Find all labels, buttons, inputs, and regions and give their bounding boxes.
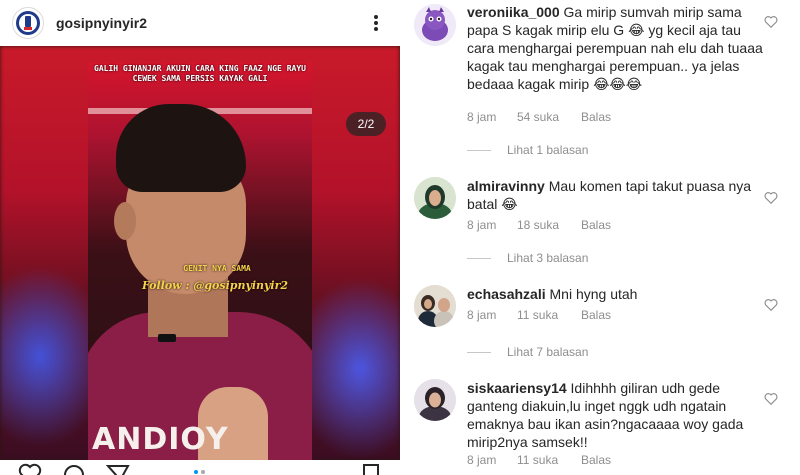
video-caption-mid: GENIT NYA SAMA: [183, 264, 251, 273]
person-hair: [116, 104, 246, 192]
comment-like-heart-icon[interactable]: [764, 298, 778, 312]
comment-time: 8 jam: [467, 308, 497, 322]
commenter-avatar[interactable]: [414, 379, 456, 421]
video-caption-follow: Follow : @gosipnyinyir2: [141, 279, 289, 292]
comment-meta: 8 jam 18 suka Balas: [467, 218, 611, 232]
comment-reply-button[interactable]: Balas: [581, 218, 611, 232]
post-action-bar: [0, 460, 400, 475]
comment-text-block: echasahzali Mni hyng utah: [467, 285, 767, 303]
view-replies-label: Lihat 7 balasan: [507, 345, 589, 359]
comment-reply-button[interactable]: Balas: [581, 110, 611, 124]
save-bookmark-icon[interactable]: [360, 463, 382, 475]
comment-likes[interactable]: 11 suka: [517, 308, 581, 322]
comment-likes[interactable]: 11 suka: [517, 453, 581, 467]
comment-time: 8 jam: [467, 110, 497, 124]
comment-username[interactable]: veroniika_000: [467, 4, 560, 20]
commenter-avatar[interactable]: [414, 285, 456, 327]
view-replies-label: Lihat 1 balasan: [507, 143, 589, 157]
purple-character-avatar-icon: [414, 4, 456, 46]
replies-divider: [467, 149, 491, 151]
commenter-avatar[interactable]: [414, 177, 456, 219]
comment-meta: 8 jam 11 suka Balas: [467, 308, 611, 322]
replies-divider: [467, 257, 491, 259]
comment-like-heart-icon[interactable]: [764, 15, 778, 29]
comment-text-block: veroniika_000 Ga mirip sumvah mirip sama…: [467, 3, 767, 93]
account-username[interactable]: gosipnyinyir2: [56, 15, 147, 31]
comment-time: 8 jam: [467, 453, 497, 467]
shirt-print: ANDIOY: [92, 422, 229, 457]
replies-divider: [467, 351, 491, 353]
view-replies-link[interactable]: Lihat 3 balasan: [467, 251, 588, 265]
account-logo-icon: [16, 11, 40, 35]
comment-like-heart-icon[interactable]: [764, 191, 778, 205]
comment-text-block: almiravinny Mau komen tapi takut puasa n…: [467, 177, 767, 213]
clip-mic: [158, 334, 176, 342]
comment-like-heart-icon[interactable]: [764, 392, 778, 406]
like-heart-icon[interactable]: [18, 463, 42, 475]
more-options-icon[interactable]: [366, 12, 386, 34]
view-replies-link[interactable]: Lihat 1 balasan: [467, 143, 588, 157]
comment-meta: 8 jam 54 suka Balas: [467, 110, 611, 124]
comment-reply-button[interactable]: Balas: [581, 308, 611, 322]
view-replies-link[interactable]: Lihat 7 balasan: [467, 345, 588, 359]
commenter-avatar[interactable]: [414, 4, 456, 46]
comment-time: 8 jam: [467, 218, 497, 232]
comment-username[interactable]: almiravinny: [467, 178, 545, 194]
comment-likes[interactable]: 54 suka: [517, 110, 581, 124]
comment-username[interactable]: echasahzali: [467, 286, 546, 302]
view-replies-label: Lihat 3 balasan: [507, 251, 589, 265]
account-avatar[interactable]: [12, 7, 44, 39]
media-counter-badge: 2/2: [346, 112, 386, 136]
video-caption-top: GALIH GINANJAR AKUIN CARA KING FAAZ NGE …: [94, 64, 306, 83]
post-header: gosipnyinyir2: [0, 0, 400, 46]
post-media[interactable]: ANDIOY GALIH GINANJAR AKUIN CARA KING FA…: [0, 46, 400, 460]
comment-meta: 8 jam 11 suka Balas: [467, 453, 611, 467]
post-panel: gosipnyinyir2 ANDIOY GALIH GINANJAR AKUI…: [0, 0, 400, 475]
comments-panel: veroniika_000 Ga mirip sumvah mirip sama…: [400, 0, 800, 475]
comment-text: Mni hyng utah: [549, 286, 638, 302]
share-plane-icon[interactable]: [106, 463, 130, 475]
comment-likes[interactable]: 18 suka: [517, 218, 581, 232]
user-photo-avatar-icon: [414, 379, 456, 421]
comment-text-block: siskaariensy14 Idihhhh giliran udh gede …: [467, 379, 767, 451]
comment-username[interactable]: siskaariensy14: [467, 380, 567, 396]
comment-reply-button[interactable]: Balas: [581, 453, 611, 467]
video-frame: ANDIOY GALIH GINANJAR AKUIN CARA KING FA…: [88, 62, 312, 460]
comment-bubble-icon[interactable]: [62, 463, 86, 475]
user-photo-avatar-icon: [414, 285, 456, 327]
user-photo-avatar-icon: [414, 177, 456, 219]
person-ear: [114, 202, 136, 240]
carousel-dots-icon: [194, 470, 205, 474]
